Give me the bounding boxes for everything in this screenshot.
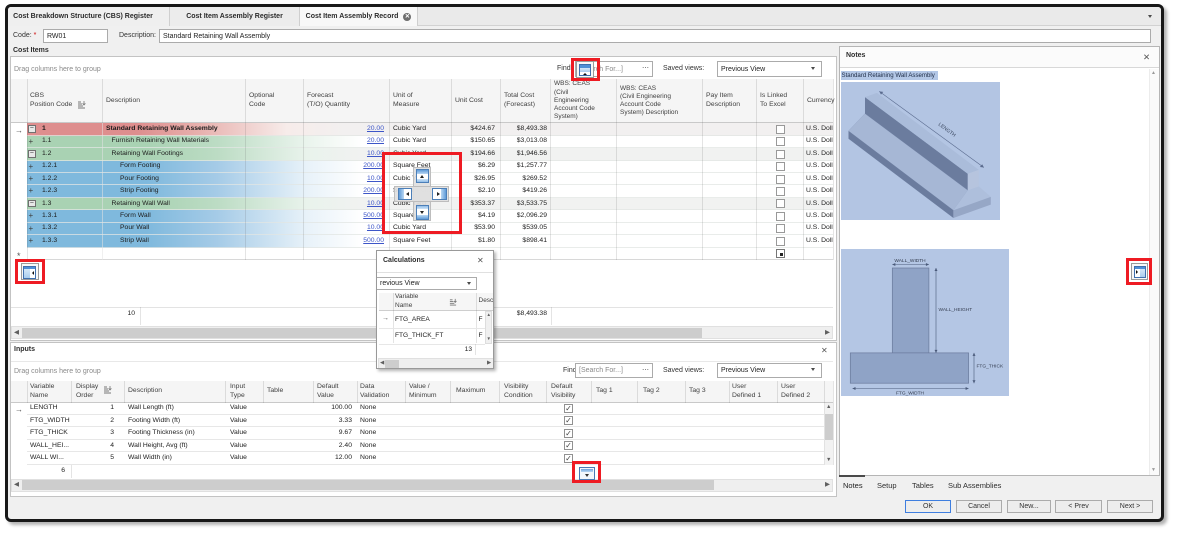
- svg-text:WALL_HEIGHT: WALL_HEIGHT: [939, 307, 973, 313]
- svg-text:WALL_WIDTH: WALL_WIDTH: [894, 258, 926, 264]
- svg-text:FTG_THICK: FTG_THICK: [977, 364, 1004, 370]
- svg-text:FTG_WIDTH: FTG_WIDTH: [896, 391, 925, 397]
